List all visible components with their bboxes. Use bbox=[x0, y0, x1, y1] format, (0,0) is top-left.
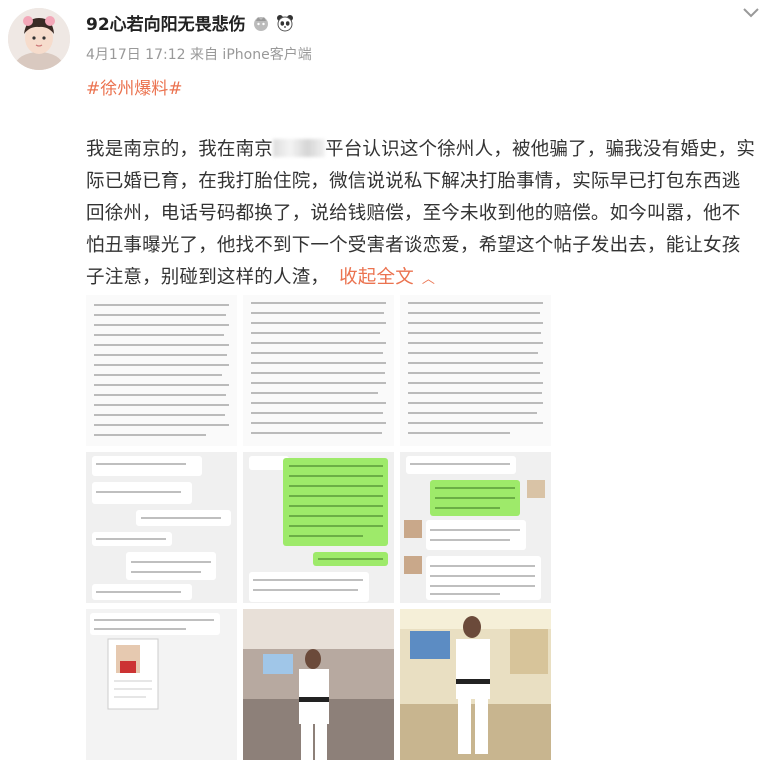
image-text-screenshot-3[interactable] bbox=[400, 295, 551, 446]
post-text-part1: 我是南京的，我在南京 bbox=[86, 139, 274, 160]
post-source: 来自 iPhone客户端 bbox=[189, 47, 312, 63]
post-content: 我是南京的，我在南京 平台认识这个徐州人，被他骗了，骗我没有婚史，实际已婚已育，在… bbox=[86, 134, 756, 296]
redacted-text bbox=[273, 139, 326, 157]
post-meta: 4月17日 17:12 来自 iPhone客户端 bbox=[86, 44, 312, 64]
image-photo-taekwondo-1[interactable] bbox=[243, 609, 394, 760]
image-chat-screenshot-2[interactable] bbox=[243, 452, 394, 603]
avatar[interactable] bbox=[8, 8, 70, 70]
username[interactable]: 92心若向阳无畏悲伤 bbox=[86, 10, 246, 35]
collapse-button[interactable]: 收起全文 ︿ bbox=[339, 267, 435, 288]
image-chat-screenshot-1[interactable] bbox=[86, 452, 237, 603]
collapse-label: 收起全文 bbox=[339, 267, 414, 288]
image-chat-screenshot-4[interactable] bbox=[86, 609, 237, 760]
post-timestamp[interactable]: 4月17日 17:12 bbox=[86, 47, 186, 63]
image-text-screenshot-2[interactable] bbox=[243, 295, 394, 446]
topic-link[interactable]: #徐州爆料# bbox=[86, 74, 183, 99]
image-grid bbox=[86, 295, 551, 760]
image-text-screenshot-1[interactable] bbox=[86, 295, 237, 446]
crown-badge-icon bbox=[253, 16, 268, 31]
chevron-down-icon[interactable] bbox=[741, 6, 761, 20]
chevron-up-icon: ︿ bbox=[421, 272, 436, 287]
image-chat-screenshot-3[interactable] bbox=[400, 452, 551, 603]
image-photo-taekwondo-2[interactable] bbox=[400, 609, 551, 760]
panda-badge-icon bbox=[276, 14, 293, 31]
post-text-part2: 平台认识这个徐州人，被他骗了，骗我没有婚史，实际已婚已育，在我打胎住院，微信说说… bbox=[86, 139, 756, 288]
